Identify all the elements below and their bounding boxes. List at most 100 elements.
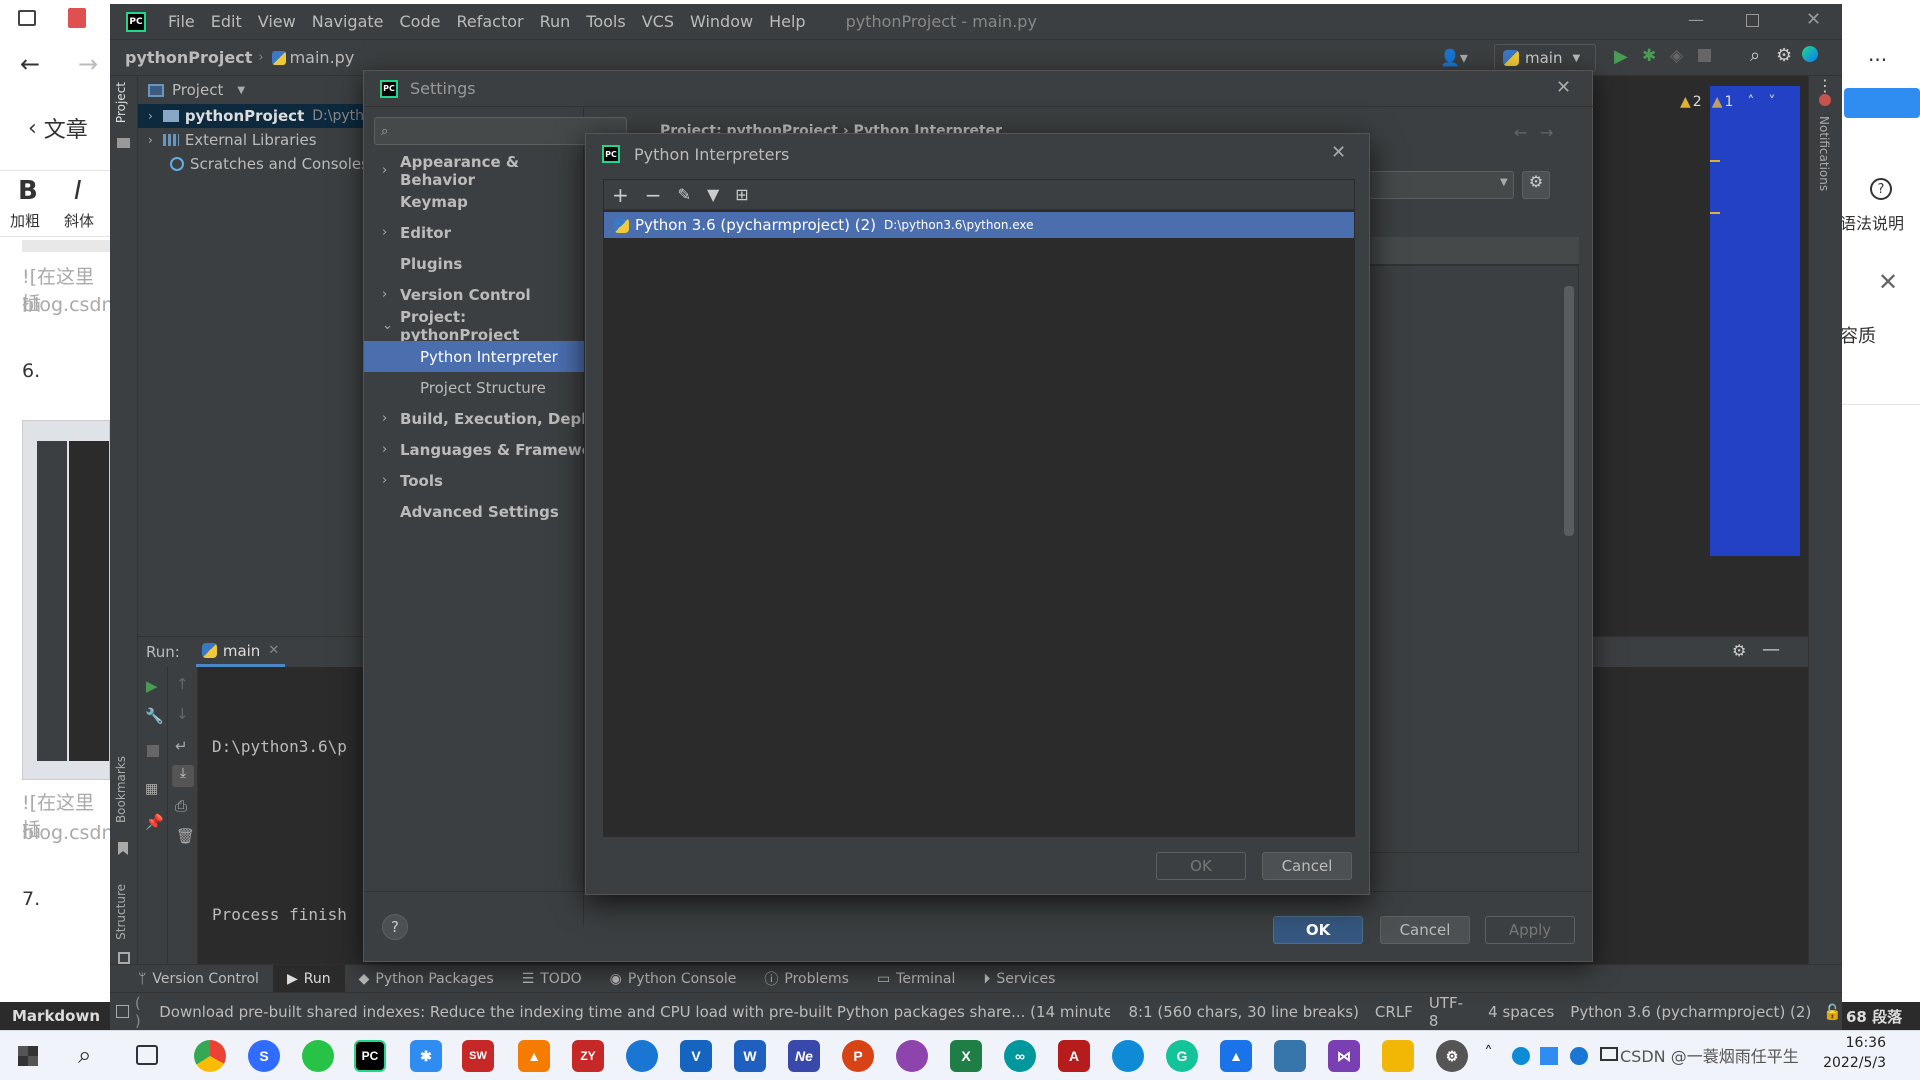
layout-icon[interactable]: ▦ xyxy=(145,781,158,797)
filter-icon[interactable]: ▼ xyxy=(707,185,719,204)
grammarly-icon[interactable]: G xyxy=(1166,1040,1198,1072)
tree-project-structure[interactable]: Project Structure xyxy=(364,372,584,403)
indent-setting[interactable]: 4 spaces xyxy=(1488,1003,1554,1021)
window-tab-icon[interactable] xyxy=(18,10,36,26)
tree-version-control[interactable]: › Version Control xyxy=(364,279,584,310)
stop-icon[interactable] xyxy=(147,745,159,757)
interpreters-cancel-button[interactable]: Cancel xyxy=(1262,852,1352,880)
file-encoding[interactable]: UTF-8 xyxy=(1429,994,1472,1030)
scroll-to-end-icon[interactable]: ⤓ xyxy=(172,765,194,787)
tab-services[interactable]: ⏵ Services xyxy=(969,965,1069,993)
user-icon[interactable]: 👤▾ xyxy=(1440,48,1468,67)
arrow-up-icon[interactable]: ↑ xyxy=(176,675,189,693)
arduino-icon[interactable]: ∞ xyxy=(1004,1040,1036,1072)
tree-appearance-behavior[interactable]: › Appearance & Behavior xyxy=(364,153,584,189)
menu-code[interactable]: Code xyxy=(400,12,441,31)
interpreter-select[interactable]: ▼ xyxy=(1369,171,1514,199)
chevron-right-icon[interactable]: › xyxy=(148,109,153,123)
wrench-icon[interactable]: 🔧 xyxy=(145,707,164,725)
tree-editor[interactable]: › Editor xyxy=(364,217,584,248)
tree-python-interpreter[interactable]: Python Interpreter xyxy=(364,341,584,372)
inspection-widget[interactable]: ▲ 2 ▲ 1 ˄ ˅ xyxy=(1680,94,1775,110)
italic-button[interactable]: I xyxy=(74,176,82,206)
remove-icon[interactable]: − xyxy=(645,183,662,207)
edge-icon[interactable] xyxy=(1112,1040,1144,1072)
menu-file[interactable]: File xyxy=(168,12,195,31)
soft-wrap-icon[interactable]: ↵ xyxy=(175,737,188,755)
tray-feishu-icon[interactable] xyxy=(1540,1047,1558,1065)
run-console-output[interactable]: D:\python3.6\p Process finish xyxy=(212,677,347,985)
menu-run[interactable]: Run xyxy=(540,12,571,31)
coverage-icon[interactable]: ◈ xyxy=(1670,46,1683,66)
menu-tools[interactable]: Tools xyxy=(586,12,625,31)
settings-gear-icon[interactable]: ⚙ xyxy=(1776,45,1792,66)
structure-tool-button[interactable]: Structure xyxy=(114,884,128,940)
close-icon[interactable]: ✕ xyxy=(1878,268,1898,296)
show-paths-icon[interactable]: ⊞ xyxy=(735,185,748,204)
caret-position[interactable]: 8:1 (560 chars, 30 line breaks) xyxy=(1128,1003,1358,1021)
tree-keymap[interactable]: Keymap xyxy=(364,186,584,217)
menu-navigate[interactable]: Navigate xyxy=(312,12,384,31)
bold-button[interactable]: B xyxy=(18,176,38,206)
tray-edge-icon[interactable] xyxy=(1512,1047,1530,1065)
search-icon[interactable]: ⌕ xyxy=(1750,45,1760,66)
line-separator[interactable]: CRLF xyxy=(1375,1003,1413,1021)
scrollbar[interactable] xyxy=(1564,286,1574,536)
note-icon[interactable]: Ne xyxy=(788,1040,820,1072)
stop-icon[interactable] xyxy=(1698,49,1711,62)
menu-help[interactable]: Help xyxy=(769,12,805,31)
search-icon[interactable]: ⌕ xyxy=(78,1041,91,1069)
solidworks-icon[interactable]: SW xyxy=(462,1040,494,1072)
pycharm-taskbar-icon[interactable]: PC xyxy=(354,1040,386,1072)
tree-advanced-settings[interactable]: Advanced Settings xyxy=(364,496,584,527)
acrobat-icon[interactable]: A xyxy=(1058,1040,1090,1072)
tree-tools[interactable]: › Tools xyxy=(364,465,584,496)
close-icon[interactable]: ✕ xyxy=(1556,77,1571,98)
windows-start-icon[interactable] xyxy=(18,1046,38,1066)
run-config-select[interactable]: main ▼ xyxy=(1494,44,1596,72)
run-tab-main[interactable]: main ✕ xyxy=(195,637,286,667)
menu-edit[interactable]: Edit xyxy=(211,12,242,31)
tab-version-control[interactable]: ᛘ Version Control xyxy=(124,965,273,993)
notifications-tool-button[interactable]: Notifications xyxy=(1817,116,1831,191)
help-icon[interactable]: ? xyxy=(1870,178,1892,200)
tree-languages-frameworks[interactable]: ›Languages & Framework xyxy=(364,434,584,465)
baidu-netdisk-icon[interactable] xyxy=(626,1040,658,1072)
notification-bell-icon[interactable] xyxy=(1819,94,1831,106)
mountain-app-icon[interactable]: ▲ xyxy=(1220,1040,1252,1072)
matlab-icon[interactable]: ▲ xyxy=(518,1040,550,1072)
run-icon[interactable]: ▶ xyxy=(1614,46,1628,67)
add-icon[interactable]: + xyxy=(612,183,629,207)
pdf-tab-icon[interactable] xyxy=(68,8,86,28)
sogou-icon[interactable]: S xyxy=(248,1040,280,1072)
lock-icon[interactable]: 🔓 xyxy=(1823,1003,1842,1021)
close-icon[interactable]: ✕ xyxy=(1331,142,1346,163)
powerpoint-icon[interactable]: P xyxy=(842,1040,874,1072)
tab-python-packages[interactable]: ◆ Python Packages xyxy=(345,965,508,993)
visual-studio-icon[interactable]: ⋈ xyxy=(1328,1040,1360,1072)
close-tab-icon[interactable]: ✕ xyxy=(268,643,279,658)
task-view-icon[interactable] xyxy=(136,1045,158,1065)
visio-icon[interactable]: V xyxy=(680,1040,712,1072)
feishu-icon[interactable]: ✱ xyxy=(410,1040,442,1072)
jetbrains-ai-icon[interactable] xyxy=(1802,46,1818,62)
more-icon[interactable]: ⋮ xyxy=(1817,76,1833,95)
help-icon[interactable]: ? xyxy=(382,914,408,940)
interpreter-status[interactable]: Python 3.6 (pycharmproject) (2) xyxy=(1570,1003,1811,1021)
onenote-icon[interactable] xyxy=(896,1040,928,1072)
tab-todo[interactable]: ☰ TODO xyxy=(508,965,596,993)
baidu-netdisk-icon[interactable] xyxy=(1844,88,1920,118)
wechat-icon[interactable] xyxy=(302,1040,334,1072)
bookmarks-tool-button[interactable]: Bookmarks xyxy=(114,756,128,823)
back-arrow-icon[interactable]: ← xyxy=(1514,123,1527,142)
tray-chevron-icon[interactable]: ˄ xyxy=(1484,1043,1493,1064)
clock-time[interactable]: 16:36 xyxy=(1806,1035,1886,1051)
settings-apply-button[interactable]: Apply xyxy=(1485,916,1575,944)
project-tool-button[interactable]: Project xyxy=(114,82,128,123)
interpreters-list-body[interactable]: Python 3.6 (pycharmproject) (2) D:\pytho… xyxy=(604,210,1354,836)
excel-icon[interactable]: X xyxy=(950,1040,982,1072)
forward-arrow-icon[interactable]: → xyxy=(78,50,98,78)
settings-cancel-button[interactable]: Cancel xyxy=(1380,916,1470,944)
close-window-button[interactable]: ✕ xyxy=(1806,9,1821,30)
trash-icon[interactable]: 🗑 xyxy=(176,827,195,845)
